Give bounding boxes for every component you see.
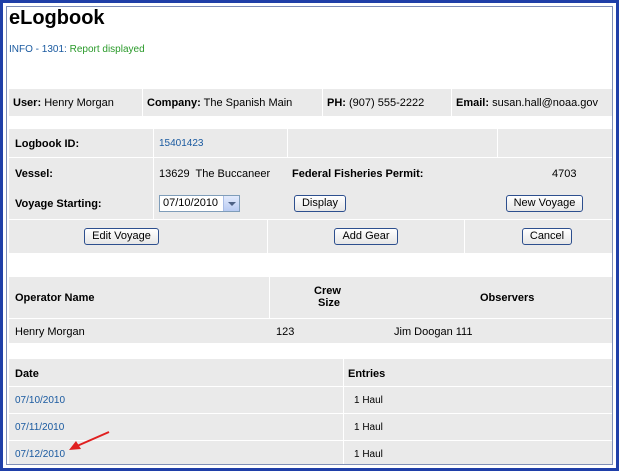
vessel-number: 13629 [159, 168, 190, 180]
permit-value: 4703 [552, 168, 577, 180]
voyage-label: Voyage Starting: [15, 198, 102, 210]
logbook-id-label: Logbook ID: [15, 138, 80, 150]
phone-value: (907) 555-2222 [349, 97, 425, 109]
annotation-arrow-icon [69, 431, 110, 450]
crew-header-line1: Crew [314, 285, 341, 297]
crew-table: Operator Name Crew Size Observers Henry … [9, 277, 612, 343]
edit-voyage-button[interactable]: Edit Voyage [84, 228, 159, 245]
window-content: eLogbook INFO - 1301: Report displayed U… [6, 6, 613, 465]
chevron-down-icon[interactable] [223, 196, 239, 211]
voyage-select[interactable]: 07/10/2010 [159, 195, 240, 212]
operator-header: Operator Name [15, 292, 95, 304]
app-title: eLogbook [9, 7, 105, 29]
new-voyage-button[interactable]: New Voyage [506, 195, 583, 212]
logbook-id-value: 15401423 [159, 138, 204, 149]
date-link-1[interactable]: 07/10/2010 [15, 395, 65, 406]
cancel-button[interactable]: Cancel [522, 228, 572, 245]
observers-cell: Jim Doogan 111 [394, 326, 473, 338]
email-label: Email: [456, 97, 490, 109]
add-gear-button[interactable]: Add Gear [334, 228, 398, 245]
entries-cell-3: 1 Haul [354, 449, 383, 460]
date-header: Date [15, 368, 39, 380]
company-label: Company: [147, 97, 201, 109]
user-label: User: [13, 97, 42, 109]
vessel-name: The Buccaneer [195, 168, 271, 180]
entries-cell-1: 1 Haul [354, 395, 383, 406]
voyage-select-value: 07/10/2010 [163, 197, 219, 209]
entries-header: Entries [348, 368, 386, 380]
user-bar: User: Henry Morgan Company: The Spanish … [9, 89, 612, 116]
crew-size-cell: 123 [276, 326, 295, 338]
observers-header: Observers [480, 292, 535, 304]
logbook-panel: Logbook ID: 15401423 Vessel: 13629 The B… [9, 129, 612, 253]
vessel-label: Vessel: [15, 168, 53, 180]
entries-cell-2: 1 Haul [354, 422, 383, 433]
email-value: susan.hall@noaa.gov [492, 97, 599, 109]
user-value: Henry Morgan [44, 97, 114, 109]
operator-name-cell: Henry Morgan [15, 326, 85, 338]
company-value: The Spanish Main [203, 97, 293, 109]
date-link-2[interactable]: 07/11/2010 [15, 422, 64, 433]
display-button[interactable]: Display [294, 195, 346, 212]
status-code: INFO - 1301: [9, 44, 67, 55]
crew-header-line2: Size [318, 297, 341, 309]
window-frame: eLogbook INFO - 1301: Report displayed U… [0, 0, 619, 471]
permit-label: Federal Fisheries Permit: [292, 168, 424, 180]
status-text: Report displayed [69, 44, 145, 55]
date-link-3[interactable]: 07/12/2010 [15, 449, 65, 460]
status-message: INFO - 1301: Report displayed [9, 44, 145, 55]
phone-label: PH: [327, 97, 346, 109]
